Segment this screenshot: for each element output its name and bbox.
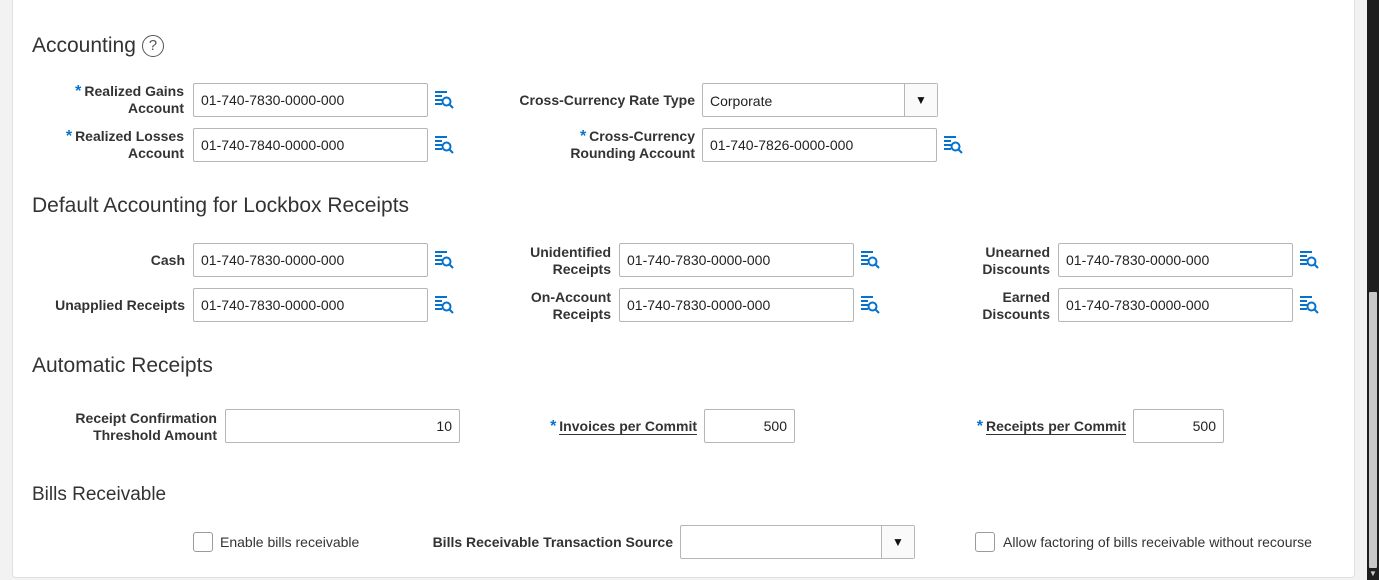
chevron-down-icon[interactable]: ▼ bbox=[881, 526, 914, 558]
rate-type-select[interactable]: Corporate ▼ bbox=[702, 83, 938, 117]
rounding-account-label: * Cross-Currency Rounding Account bbox=[513, 128, 695, 162]
realized-losses-label: * Realized Losses Account bbox=[14, 128, 184, 162]
realized-gains-account-input[interactable] bbox=[193, 83, 428, 117]
search-lov-icon[interactable] bbox=[433, 134, 455, 156]
cash-account-input[interactable] bbox=[193, 243, 428, 277]
required-marker: * bbox=[75, 83, 82, 100]
earned-label-line2: Discounts bbox=[982, 306, 1050, 322]
allow-factoring-label: Allow factoring of bills receivable with… bbox=[1003, 534, 1312, 550]
unidentified-receipts-input[interactable] bbox=[619, 243, 854, 277]
unearned-label-line1: Unearned bbox=[985, 244, 1050, 260]
settings-panel: Accounting? *Realized GainsAccount *Real… bbox=[12, 0, 1355, 578]
vertical-scrollbar[interactable]: ▼ bbox=[1367, 0, 1379, 580]
enable-bills-receivable-label: Enable bills receivable bbox=[220, 534, 360, 550]
on-account-label-line2: Receipts bbox=[552, 306, 611, 322]
threshold-label-line2: Threshold Amount bbox=[93, 427, 217, 443]
unapplied-receipts-input[interactable] bbox=[193, 288, 428, 322]
accounting-section-title: Accounting? bbox=[32, 34, 164, 58]
unearned-label-line2: Discounts bbox=[982, 261, 1050, 277]
threshold-amount-label: Receipt Confirmation Threshold Amount bbox=[23, 410, 217, 444]
scroll-down-arrow-icon[interactable]: ▼ bbox=[1367, 568, 1379, 580]
search-lov-icon[interactable] bbox=[433, 294, 455, 316]
required-marker: * bbox=[579, 128, 587, 145]
earned-discounts-input[interactable] bbox=[1058, 288, 1293, 322]
required-marker: * bbox=[550, 418, 557, 435]
unearned-discounts-input[interactable] bbox=[1058, 243, 1293, 277]
bills-receivable-section-title: Bills Receivable bbox=[32, 484, 167, 505]
rounding-account-input[interactable] bbox=[702, 128, 937, 162]
earned-label-line1: Earned bbox=[1002, 289, 1050, 305]
on-account-label-line1: On-Account bbox=[530, 289, 611, 305]
transaction-source-select[interactable]: ▼ bbox=[680, 525, 915, 559]
threshold-label-line1: Receipt Confirmation bbox=[75, 410, 217, 426]
enable-bills-receivable-checkbox[interactable] bbox=[193, 532, 213, 552]
unidentified-label-line2: Receipts bbox=[552, 261, 611, 277]
accounting-title-text: Accounting bbox=[32, 34, 136, 57]
search-lov-icon[interactable] bbox=[433, 89, 455, 111]
cash-label: Cash bbox=[150, 252, 185, 268]
rate-type-label: Cross-Currency Rate Type bbox=[519, 92, 695, 108]
receipts-per-commit-text: Receipts per Commit bbox=[985, 418, 1126, 435]
chevron-down-icon[interactable]: ▼ bbox=[904, 84, 937, 116]
invoices-per-commit-text: Invoices per Commit bbox=[559, 418, 697, 435]
earned-discounts-label: Earned Discounts bbox=[923, 289, 1050, 323]
required-marker: * bbox=[976, 418, 983, 435]
rounding-label-line2: Rounding Account bbox=[570, 145, 695, 161]
rate-type-value: Corporate bbox=[710, 93, 773, 109]
unapplied-receipts-label: Unapplied Receipts bbox=[55, 297, 185, 313]
automatic-receipts-section-title: Automatic Receipts bbox=[32, 354, 213, 377]
required-marker: * bbox=[65, 128, 73, 145]
invoices-per-commit-label: * Invoices per Commit bbox=[493, 418, 697, 435]
realized-losses-account-input[interactable] bbox=[193, 128, 428, 162]
unidentified-receipts-label: Unidentified Receipts bbox=[483, 244, 611, 278]
scrollbar-thumb[interactable] bbox=[1369, 292, 1377, 568]
rounding-label-line1: Cross-Currency bbox=[589, 128, 695, 144]
threshold-amount-input[interactable] bbox=[225, 409, 460, 443]
search-lov-icon[interactable] bbox=[1298, 249, 1320, 271]
unearned-discounts-label: Unearned Discounts bbox=[923, 244, 1050, 278]
question-circle-icon[interactable]: ? bbox=[141, 35, 164, 57]
receipts-per-commit-input[interactable] bbox=[1133, 409, 1224, 443]
search-lov-icon[interactable] bbox=[859, 294, 881, 316]
search-lov-icon[interactable] bbox=[859, 249, 881, 271]
unidentified-label-line1: Unidentified bbox=[530, 244, 611, 260]
allow-factoring-checkbox[interactable] bbox=[975, 532, 995, 552]
search-lov-icon[interactable] bbox=[433, 249, 455, 271]
on-account-receipts-input[interactable] bbox=[619, 288, 854, 322]
realized-losses-label-line2: Account bbox=[128, 145, 184, 161]
realized-gains-label-line2: Account bbox=[128, 100, 184, 116]
realized-gains-label: * Realized Gains Account bbox=[14, 83, 184, 117]
search-lov-icon[interactable] bbox=[942, 134, 964, 156]
receipts-per-commit-label: * Receipts per Commit bbox=[933, 418, 1126, 435]
lockbox-section-title: Default Accounting for Lockbox Receipts bbox=[32, 194, 410, 217]
realized-losses-label-line1: Realized Losses bbox=[75, 128, 184, 144]
realized-gains-label-line1: Realized Gains bbox=[84, 83, 184, 99]
transaction-source-label: Bills Receivable Transaction Source bbox=[432, 534, 673, 550]
search-lov-icon[interactable] bbox=[1298, 294, 1320, 316]
invoices-per-commit-input[interactable] bbox=[704, 409, 795, 443]
on-account-receipts-label: On-Account Receipts bbox=[483, 289, 611, 323]
